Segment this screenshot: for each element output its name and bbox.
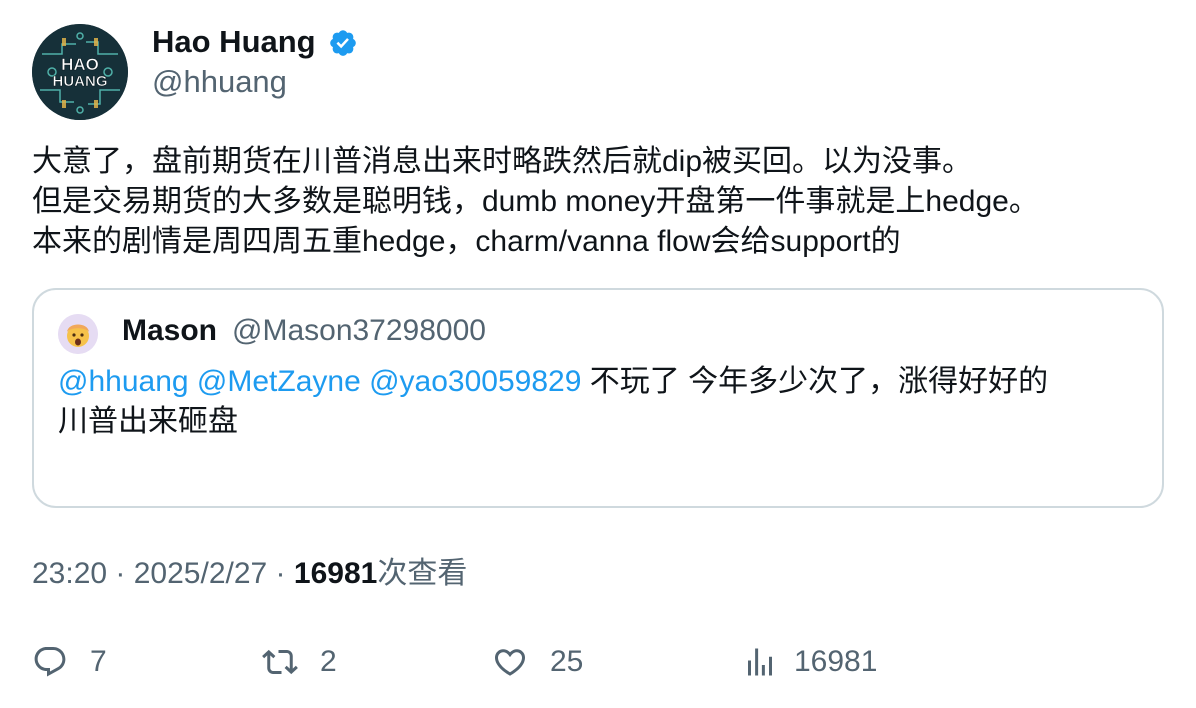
tweet-text: 大意了，盘前期货在川普消息出来时略跌然后就dip被买回。以为没事。 但是交易期货…: [32, 142, 1162, 262]
like-count: 25: [550, 645, 584, 678]
quoted-tweet-card[interactable]: Mason @Mason37298000 @hhuang @MetZayne @…: [32, 288, 1164, 508]
views-icon: [748, 648, 772, 676]
repost-icon: [262, 649, 298, 675]
like-icon: [494, 649, 526, 676]
tweet-line: 本来的剧情是周四周五重hedge，charm/vanna flow会给suppo…: [32, 225, 901, 258]
action-bar: 7 2 25 16981: [0, 640, 1196, 684]
mention-link[interactable]: @yao30059829: [369, 365, 581, 398]
tweet-time[interactable]: 23:20: [32, 557, 107, 590]
quoted-author-handle[interactable]: @Mason37298000: [232, 312, 486, 350]
views-count: 16981: [293, 557, 378, 590]
quoted-text: @hhuang @MetZayne @yao30059829 不玩了 今年多少次…: [58, 362, 1138, 442]
mention-link[interactable]: @hhuang: [58, 365, 189, 398]
svg-text:HUANG: HUANG: [53, 73, 108, 90]
author-avatar[interactable]: HAO HUANG: [32, 24, 128, 120]
views-count-action: 16981: [794, 645, 878, 678]
verified-badge-icon: [330, 30, 356, 56]
views-label: 次查看: [377, 557, 468, 590]
quoted-text-line2: 川普出来砸盘: [58, 405, 238, 438]
quoted-author-name[interactable]: Mason: [122, 312, 217, 350]
tweet-line: 大意了，盘前期货在川普消息出来时略跌然后就dip被买回。以为没事。: [32, 145, 973, 178]
quoted-text-line1: 不玩了 今年多少次了，涨得好好的: [589, 365, 1049, 398]
repost-count: 2: [320, 645, 337, 678]
reply-icon: [34, 647, 66, 677]
reply-count: 7: [90, 645, 107, 678]
like-button[interactable]: 25: [492, 640, 583, 684]
tweet-date[interactable]: 2025/2/27: [134, 557, 267, 590]
quoted-avatar[interactable]: [58, 314, 98, 354]
reply-button[interactable]: 7: [32, 640, 107, 684]
views-button[interactable]: 16981: [742, 640, 877, 684]
author-name[interactable]: Hao Huang: [152, 22, 316, 62]
mention-link[interactable]: @MetZayne: [197, 365, 361, 398]
repost-button[interactable]: 2: [262, 640, 337, 684]
tweet-meta: 23:20 · 2025/2/27 · 16981次查看: [32, 557, 468, 590]
author-handle[interactable]: @hhuang: [152, 62, 287, 102]
avatar-logo-text: HAO: [61, 55, 99, 74]
tweet-line: 但是交易期货的大多数是聪明钱，dumb money开盘第一件事就是上hedge。: [32, 185, 1039, 218]
quoted-line: @hhuang @MetZayne @yao30059829 不玩了 今年多少次…: [58, 362, 1138, 402]
